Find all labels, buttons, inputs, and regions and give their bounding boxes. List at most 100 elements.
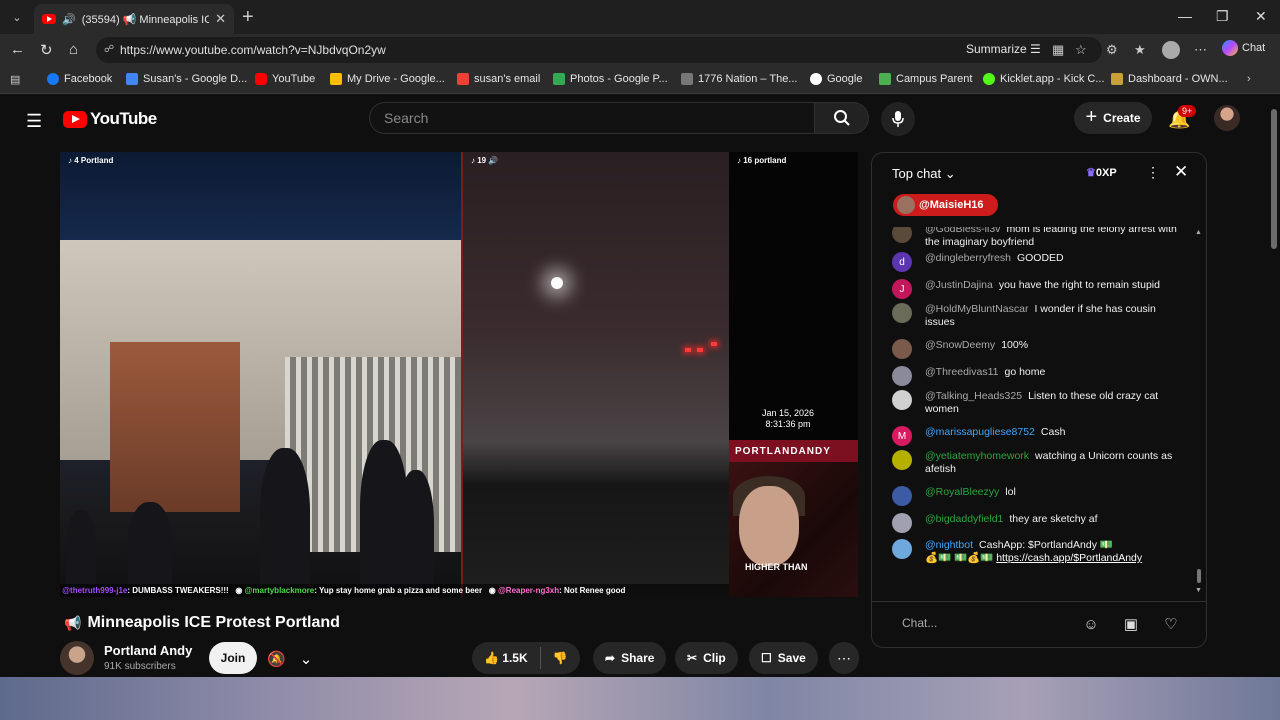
chat-author[interactable]: @dingleberryfresh	[925, 252, 1011, 264]
tab-close-icon[interactable]: ✕	[215, 11, 226, 27]
channel-avatar[interactable]	[60, 641, 94, 675]
emoji-icon[interactable]: ☺	[1080, 613, 1102, 635]
chat-avatar	[892, 486, 912, 506]
browser-tab-bar: ⌄ 🔊 (35594) 📢 Minneapolis ICE Protest Po…	[0, 0, 1280, 34]
bookmark-google[interactable]: Google	[810, 73, 862, 85]
super-chat-icon[interactable]: ▣	[1120, 613, 1142, 635]
video-player[interactable]: ♪ 4 Portland ♪ 19 🔊 ♪ 16 portland HIGHER…	[60, 152, 858, 597]
clip-button[interactable]: ✂ Clip	[675, 642, 738, 674]
chat-mode-dropdown[interactable]: Top chat ⌄	[892, 166, 956, 182]
bookmark-kicklet[interactable]: Kicklet.app - Kick C...	[983, 73, 1105, 85]
page-scrollbar[interactable]	[1268, 95, 1280, 677]
youtube-page: ☰ YouTube Search + Create 🔔 9+ ♪ 4 Portla…	[0, 95, 1268, 677]
ticker-user: @Reaper-ng3xh	[497, 586, 560, 595]
bookmark-campus-parent[interactable]: Campus Parent	[879, 73, 972, 85]
heart-icon[interactable]: ♡	[1160, 613, 1182, 635]
copilot-chat-button[interactable]: Chat	[1222, 40, 1265, 56]
scroll-thumb[interactable]	[1197, 569, 1201, 583]
sidebar-toggle-icon[interactable]: ▤	[10, 73, 20, 86]
summarize-label: Summarize	[966, 42, 1027, 56]
tab-list-chevron-icon[interactable]: ⌄	[6, 7, 28, 27]
shirt-text: HIGHER THAN	[745, 562, 808, 572]
save-button[interactable]: ☐ Save	[749, 642, 818, 674]
dislike-icon[interactable]: 👎	[553, 651, 568, 665]
chat-scrollbar[interactable]: ▲ ▼	[1195, 229, 1203, 599]
site-info-icon[interactable]: ☍	[104, 37, 114, 63]
create-button[interactable]: + Create	[1074, 102, 1152, 134]
subscription-notifications[interactable]: 🔕 ⌄	[267, 650, 312, 668]
account-avatar[interactable]	[1214, 105, 1240, 131]
chat-author[interactable]: @HoldMyBluntNascar	[925, 303, 1028, 315]
chat-author[interactable]: @yetiatemyhomework	[925, 450, 1029, 462]
like-button[interactable]: 👍 1.5K	[484, 651, 528, 665]
search-input[interactable]: Search	[369, 102, 815, 134]
more-actions-icon[interactable]: ⋯	[829, 642, 859, 674]
summarize-button[interactable]: Summarize ☰	[966, 42, 1041, 56]
create-label: Create	[1103, 111, 1141, 125]
url-field[interactable]: ☍ https://www.youtube.com/watch?v=NJbdvq…	[96, 37, 1102, 63]
chat-link[interactable]: https://cash.app/$PortlandAndy	[996, 552, 1142, 564]
guide-menu-icon[interactable]: ☰	[26, 111, 42, 132]
chat-author[interactable]: @SnowDeemy	[925, 339, 995, 351]
chat-input[interactable]: Chat...	[902, 616, 937, 630]
bookmarks-overflow-chevron-icon[interactable]: ›	[1247, 73, 1251, 85]
bookmark-google-photos[interactable]: Photos - Google P...	[553, 73, 668, 85]
video-title-text: Minneapolis ICE Protest Portland	[87, 614, 340, 631]
home-icon[interactable]: ⌂	[69, 41, 78, 58]
chat-author[interactable]: @Talking_Heads325	[925, 390, 1022, 402]
facebook-icon	[47, 73, 59, 85]
youtube-logo[interactable]: YouTube	[63, 109, 157, 129]
settings-gear-icon[interactable]: ⚙	[1106, 42, 1118, 58]
back-arrow-icon[interactable]: ←	[10, 41, 25, 58]
chat-author[interactable]: @nightbot	[925, 539, 973, 551]
chat-author[interactable]: @JustinDajina	[925, 279, 993, 291]
chat-mode-label: Top chat	[892, 166, 942, 181]
chat-message: @GodBless-li3v mom is leading the felony …	[892, 227, 1182, 249]
maximize-icon[interactable]: ❐	[1216, 8, 1229, 25]
browser-tab-active[interactable]: 🔊 (35594) 📢 Minneapolis ICE Protest Port…	[34, 4, 234, 34]
bookmark-youtube[interactable]: YouTube	[255, 73, 315, 85]
share-button[interactable]: ➦ Share	[593, 642, 667, 674]
chat-avatar	[892, 227, 912, 243]
scroll-up-icon[interactable]: ▲	[1195, 229, 1202, 236]
extensions-grid-icon[interactable]: ▦	[1052, 42, 1064, 58]
speaker-icon[interactable]: 🔊	[62, 13, 76, 26]
channel-name[interactable]: Portland Andy	[104, 643, 192, 658]
chat-avatar	[892, 303, 912, 323]
browser-menu-icon[interactable]: ⋯	[1194, 42, 1207, 58]
bookmark-gmail[interactable]: susan's email	[457, 73, 540, 85]
chat-message: @SnowDeemy 100%	[892, 339, 1182, 359]
pinned-user-chip[interactable]: @MaisieH16	[893, 194, 998, 216]
chat-author[interactable]: @RoyalBleezyy	[925, 486, 999, 498]
bookmark-dashboard[interactable]: Dashboard - OWN...	[1111, 73, 1228, 85]
scroll-down-icon[interactable]: ▼	[1195, 587, 1202, 594]
new-tab-plus-icon[interactable]: +	[242, 6, 254, 29]
minimize-icon[interactable]: —	[1178, 8, 1192, 24]
voice-search-button[interactable]	[881, 102, 915, 136]
bookmark-1776-nation[interactable]: 1776 Nation – The...	[681, 73, 797, 85]
person-silhouette	[66, 510, 96, 590]
notification-count-badge: 9+	[1178, 105, 1197, 117]
favorites-icon[interactable]: ★	[1134, 42, 1146, 58]
profile-avatar-icon[interactable]	[1162, 41, 1180, 59]
close-chat-icon[interactable]: ✕	[1174, 162, 1188, 182]
join-button[interactable]: Join	[209, 642, 257, 674]
page-scroll-thumb[interactable]	[1271, 109, 1277, 249]
chat-author[interactable]: @GodBless-li3v	[925, 227, 1000, 235]
xp-badge[interactable]: ♛0XP	[1086, 166, 1117, 179]
bookmark-facebook[interactable]: Facebook	[47, 73, 112, 85]
reload-icon[interactable]: ↻	[40, 41, 53, 59]
copilot-icon	[1222, 40, 1238, 56]
chat-menu-icon[interactable]: ⋮	[1146, 164, 1160, 181]
window-close-icon[interactable]: ✕	[1255, 8, 1267, 25]
url-text: https://www.youtube.com/watch?v=NJbdvqOn…	[120, 43, 386, 57]
bookmark-google-docs[interactable]: Susan's - Google D...	[126, 73, 247, 85]
bookmark-label: Google	[827, 73, 863, 85]
bookmark-google-drive[interactable]: My Drive - Google...	[330, 73, 445, 85]
search-button[interactable]	[815, 102, 869, 134]
chat-author[interactable]: @Threedivas11	[925, 366, 999, 378]
chevron-down-icon: ⌄	[299, 651, 313, 668]
chat-author[interactable]: @marissapugliese8752	[925, 426, 1035, 438]
favorite-star-icon[interactable]: ☆	[1075, 42, 1087, 58]
chat-author[interactable]: @bigdaddyfield1	[925, 513, 1003, 525]
